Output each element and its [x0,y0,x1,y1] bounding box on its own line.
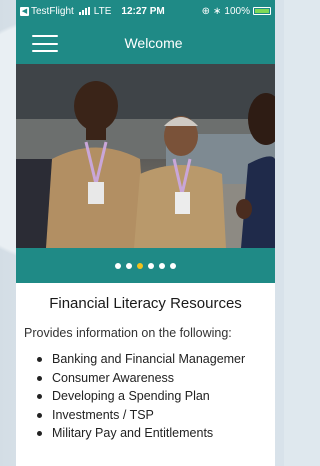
network-label: LTE [93,5,112,17]
page-title: Welcome [124,35,183,51]
section-title: Financial Literacy Resources [49,295,242,312]
carrier-label: TestFlight [31,5,74,17]
carousel-dot[interactable] [170,262,176,269]
carousel-dot[interactable] [115,262,121,269]
nav-bar: Welcome [16,22,275,64]
carousel-dot-active[interactable] [137,262,143,269]
content-section: Financial Literacy Resources Provides in… [16,283,275,443]
carousel-dot[interactable] [126,262,132,269]
topic-item[interactable]: Investments / TSP [24,406,275,425]
bluetooth-icon: ∗ [213,5,222,17]
image-carousel[interactable] [16,64,275,248]
topic-list: Banking and Financial Managemer Consumer … [24,350,275,443]
carousel-dot[interactable] [148,262,154,269]
battery-percent: 100% [224,5,250,17]
topic-item[interactable]: Military Pay and Entitlements [24,424,275,443]
battery-icon [253,7,271,15]
carousel-pagination [16,248,275,283]
back-icon[interactable]: ◀ [20,6,29,16]
topic-item[interactable]: Developing a Spending Plan [24,387,275,406]
carousel-photo [16,64,275,248]
status-bar: ◀ TestFlight LTE 12:27 PM ⊕ ∗ 100% [16,0,275,22]
topic-item[interactable]: Banking and Financial Managemer [24,350,275,369]
phone-screen: ◀ TestFlight LTE 12:27 PM ⊕ ∗ 100% Welco… [16,0,275,466]
topic-item[interactable]: Consumer Awareness [24,369,275,388]
carousel-dot[interactable] [159,262,165,269]
signal-icon [78,7,90,15]
status-time: 12:27 PM [121,5,165,17]
location-icon: ⊕ [201,5,211,17]
hamburger-icon[interactable] [32,35,58,52]
section-intro: Provides information on the following: [24,326,232,340]
